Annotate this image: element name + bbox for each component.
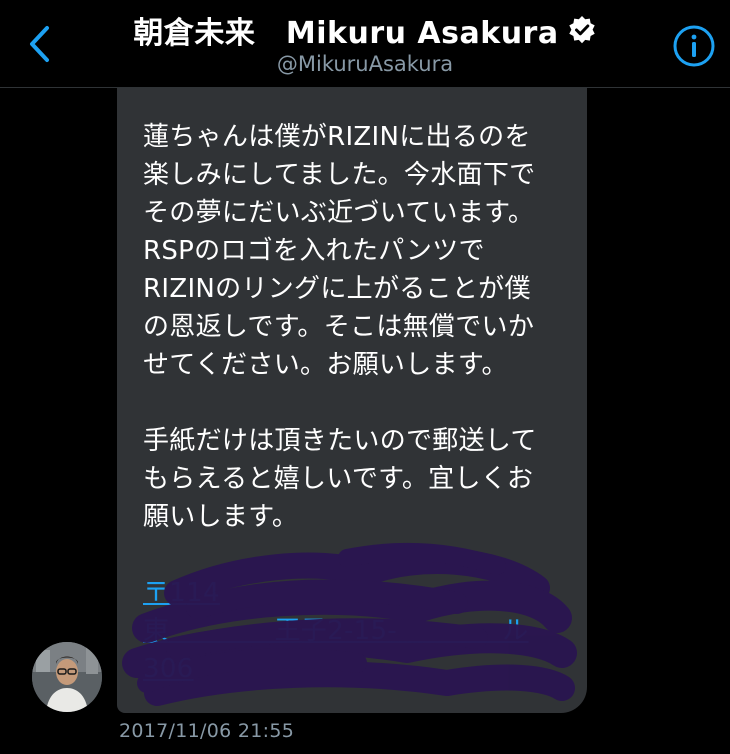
message-line: 楽しみにしてました。今水面下で	[143, 160, 536, 190]
contact-handle[interactable]: @MikuruAsakura	[0, 52, 730, 76]
info-button[interactable]	[672, 24, 716, 68]
message-line: 願いします。	[143, 502, 299, 532]
address-link-line[interactable]: 〒114	[143, 574, 220, 612]
contact-name[interactable]: 朝倉未来 Mikuru Asakura	[133, 8, 558, 52]
message-timestamp: 2017/11/06 21:55	[119, 720, 295, 742]
message-line: の恩返しです。そこは無償でいか	[143, 312, 535, 342]
conversation-header: 朝倉未来 Mikuru Asakura @MikuruAsakura	[0, 0, 730, 88]
message-line: その夢にだいぶ近づいています。	[143, 198, 535, 228]
message-bubble[interactable]: 蓮ちゃんは僕がRIZINに出るのを 楽しみにしてました。今水面下で その夢にだい…	[117, 88, 587, 713]
message-line: せてください。お願いします。	[143, 350, 508, 380]
message-line: RIZINのリングに上がることが僕	[143, 274, 531, 304]
avatar-photo	[32, 642, 102, 712]
sender-avatar[interactable]	[32, 642, 102, 712]
address-link-line[interactable]: 306	[143, 650, 194, 688]
message-line: もらえると嬉しいです。宜しくお	[143, 464, 534, 494]
address-link-line[interactable]: 東 王子2-15- ル	[143, 612, 529, 650]
info-circle-icon	[673, 25, 715, 67]
message-line: 手紙だけは頂きたいので郵送して	[143, 426, 537, 456]
header-title-row: 朝倉未来 Mikuru Asakura	[0, 8, 730, 52]
verified-badge-icon	[567, 15, 597, 45]
message-line: RSPのロゴを入れたパンツで	[143, 236, 485, 266]
message-line: 蓮ちゃんは僕がRIZINに出るのを	[143, 122, 531, 152]
